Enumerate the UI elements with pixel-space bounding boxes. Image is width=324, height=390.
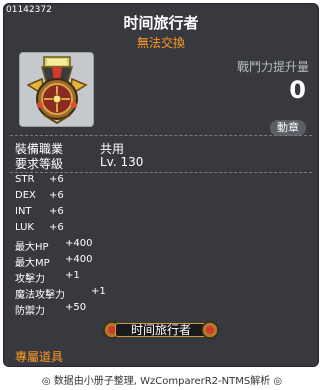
item-tooltip: 01142372 时间旅行者 無法交換 戰鬥力提升量 0 動章 裝備職業 共用 … — [3, 3, 319, 367]
medal-icon — [26, 56, 88, 125]
divider — [10, 172, 312, 173]
stat-row: DEX +6 — [15, 190, 64, 201]
stat-label: INT — [15, 206, 32, 217]
stat-value: +1 — [65, 270, 80, 281]
stat-row: INT +6 — [15, 206, 64, 217]
stat-label: 最大MP — [15, 258, 50, 269]
stat-row: 魔法攻擊力 +1 — [15, 286, 106, 301]
stat-row: 攻擊力 +1 — [15, 270, 80, 285]
stat-value: +400 — [65, 254, 93, 265]
divider — [10, 135, 312, 136]
combat-power-value: 0 — [289, 76, 306, 104]
item-icon-frame — [19, 52, 94, 127]
stat-value: +6 — [49, 190, 64, 201]
compare-button[interactable]: 動章 — [270, 120, 306, 136]
requirement-label: 裝備職業 — [15, 142, 64, 156]
combat-power-label: 戰鬥力提升量 — [236, 60, 309, 74]
requirement-row: 要求等級 Lv. 130 — [15, 155, 143, 172]
stat-label: 最大HP — [15, 242, 49, 253]
footer-credit: ◎ 数据由小册子整理, WzComparerR2-NTMS解析 ◎ — [41, 376, 283, 387]
stat-row: LUK +6 — [15, 222, 64, 233]
stat-value: +6 — [49, 206, 64, 217]
stat-label: LUK — [15, 222, 34, 233]
trade-status: 無法交換 — [136, 36, 185, 50]
stat-label: DEX — [15, 190, 36, 201]
stat-value: +6 — [49, 174, 64, 185]
stat-row: 防禦力 +50 — [15, 302, 86, 317]
requirement-value: Lv. 130 — [100, 155, 144, 169]
stat-row: 最大MP +400 — [15, 254, 92, 269]
exclusive-item-label: 專屬道具 — [15, 350, 64, 364]
stat-row: STR +6 — [15, 174, 64, 185]
set-name: 时间旅行者 — [130, 323, 191, 337]
requirement-label: 要求等級 — [15, 157, 64, 171]
stat-value: +6 — [49, 222, 64, 233]
stat-label: 魔法攻擊力 — [15, 290, 65, 301]
stat-row: 最大HP +400 — [15, 238, 92, 253]
item-name: 时间旅行者 — [123, 14, 199, 32]
stat-value: +1 — [91, 286, 106, 297]
set-name-banner: 时间旅行者 — [102, 320, 220, 340]
stat-label: 防禦力 — [15, 306, 45, 317]
stat-label: STR — [15, 174, 35, 185]
stat-value: +400 — [65, 238, 93, 249]
stat-label: 攻擊力 — [15, 274, 45, 285]
stat-value: +50 — [65, 302, 87, 313]
gem-right-icon — [201, 321, 219, 339]
